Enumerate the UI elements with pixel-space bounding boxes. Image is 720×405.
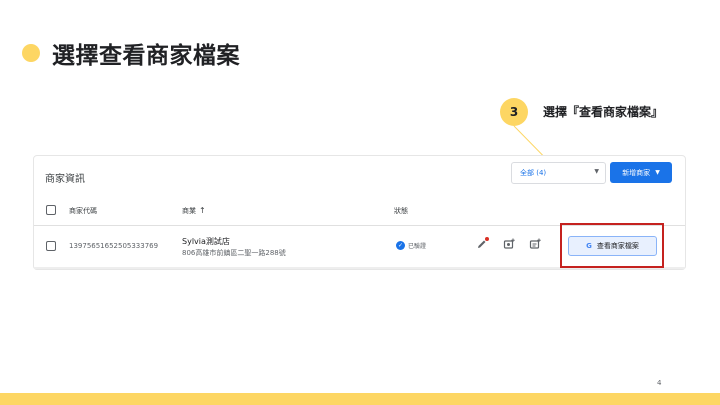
google-g-icon: G: [586, 242, 592, 250]
dropdown-arrow-icon: ▼: [594, 168, 599, 175]
store-code: 13975651652505333769: [69, 242, 159, 250]
add-business-button[interactable]: 新增商家 ▼: [610, 162, 672, 183]
step-number-badge: 3: [500, 98, 528, 126]
caret-down-icon: ▼: [655, 169, 660, 176]
column-header-business-label: 商業: [182, 207, 196, 215]
column-header-status[interactable]: 狀態: [394, 206, 408, 216]
row-checkbox[interactable]: [46, 241, 56, 251]
filter-selected-value: 全部 (4): [520, 169, 547, 177]
step-instruction: 選擇『查看商家檔案』: [543, 105, 664, 119]
sort-up-arrow-icon: ↑: [199, 206, 206, 215]
view-profile-label: 查看商家檔案: [596, 242, 639, 250]
business-name: Sylvia測試店: [182, 237, 230, 246]
title-bullet-dot: [22, 44, 40, 62]
slide-title-group: 選擇查看商家檔案: [22, 36, 240, 70]
add-post-icon[interactable]: [528, 237, 542, 251]
add-business-label: 新增商家: [622, 168, 651, 177]
status-text: 已驗證: [408, 243, 427, 250]
bottom-accent-bar: [0, 393, 720, 405]
slide-title: 選擇查看商家檔案: [52, 43, 240, 69]
notification-dot: [485, 237, 489, 241]
page-number: 4: [657, 379, 662, 387]
view-business-profile-button[interactable]: G 查看商家檔案: [568, 236, 657, 256]
card-title: 商家資訊: [45, 174, 85, 185]
business-address: 806高雄市前鎮區二聖一路288號: [182, 249, 286, 257]
verified-check-icon: ✓: [396, 241, 405, 250]
filter-dropdown[interactable]: 全部 (4) ▼: [511, 162, 606, 184]
column-header-code[interactable]: 商家代碼: [69, 206, 97, 216]
column-header-business[interactable]: 商業 ↑: [182, 206, 206, 216]
add-photo-icon[interactable]: [502, 237, 516, 251]
table-header-row: 商家代碼 商業 ↑ 狀態: [34, 196, 685, 226]
select-all-checkbox[interactable]: [46, 205, 56, 215]
edit-pencil-icon[interactable]: [475, 237, 489, 251]
